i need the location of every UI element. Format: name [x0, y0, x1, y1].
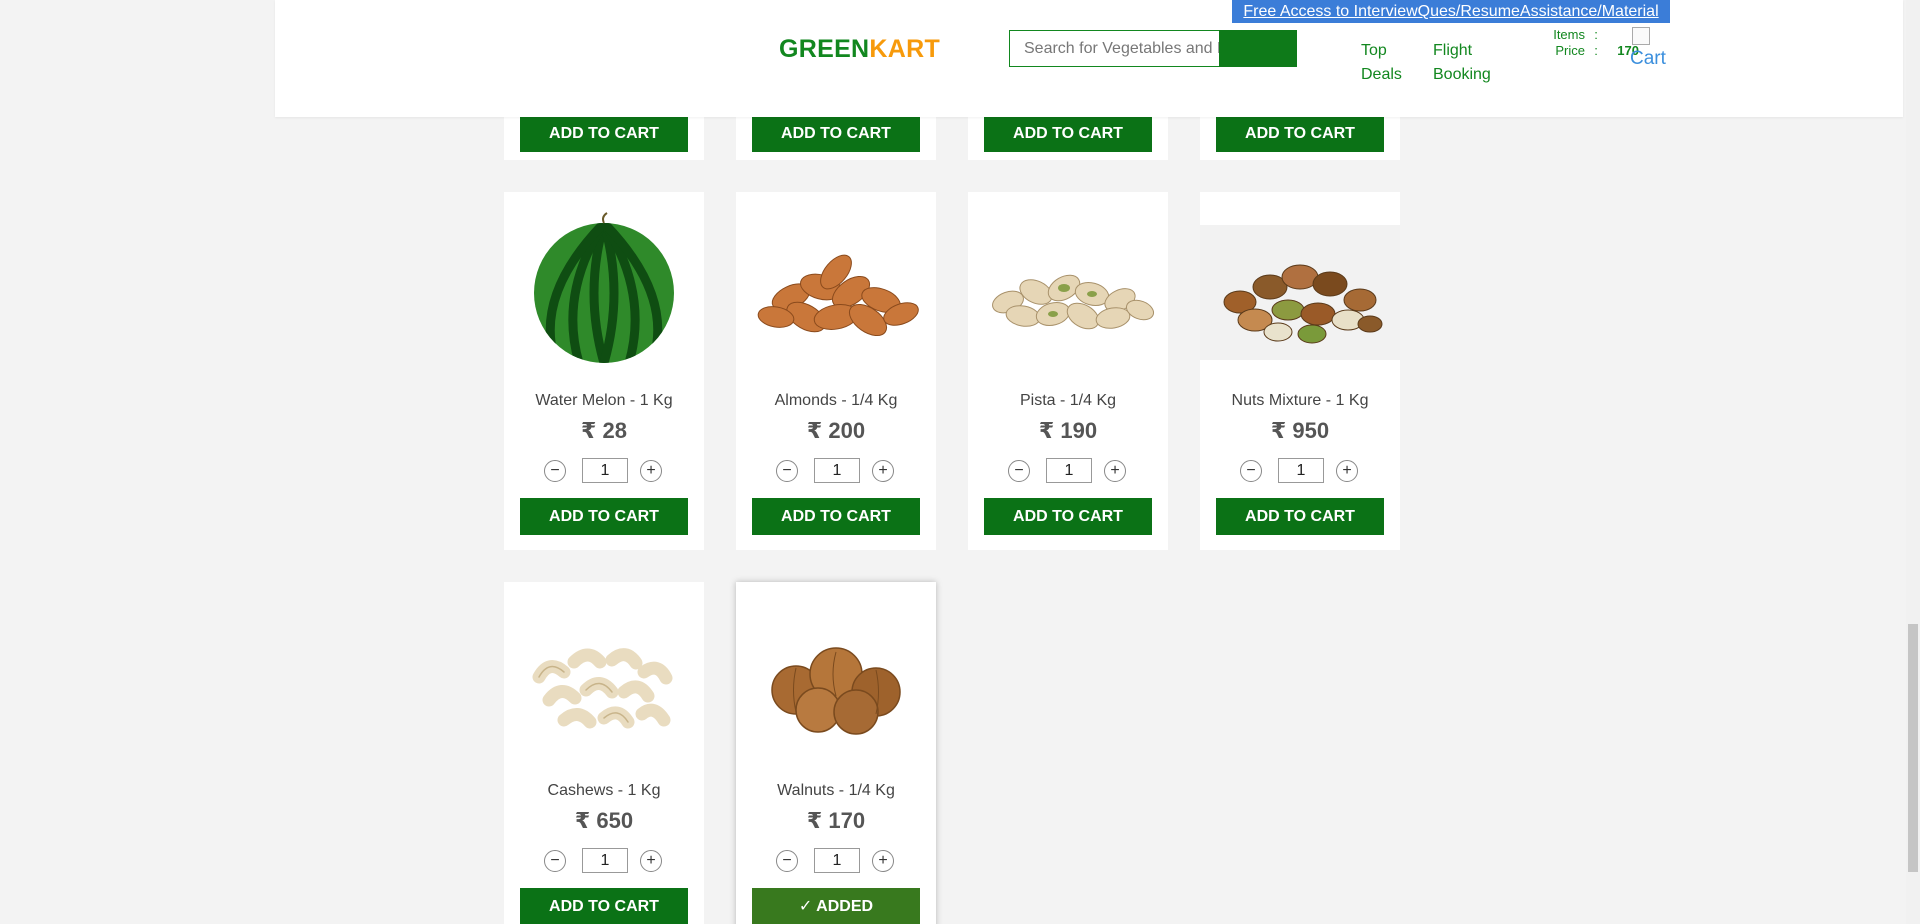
add-to-cart-button[interactable]: ADD TO CART	[984, 115, 1152, 152]
site-logo[interactable]: GREENKART	[779, 35, 940, 64]
product-name: Pista - 1/4 Kg	[1019, 392, 1117, 409]
price-label: Price	[1555, 43, 1585, 58]
product-name: Almonds - 1/4 Kg	[774, 392, 898, 409]
decrement-button[interactable]: −	[544, 850, 566, 872]
quantity-input[interactable]: 1	[814, 458, 860, 483]
product-card: Nuts Mixture - 1 Kg ₹ 950 − 1 + ADD TO C…	[1200, 192, 1400, 550]
cart-link-text: Cart	[1630, 48, 1666, 69]
increment-button[interactable]: +	[1336, 460, 1358, 482]
product-card: Walnuts - 1/4 Kg ₹ 170 − 1 + ✓ ADDED	[736, 582, 936, 924]
quantity-stepper: − 1 +	[776, 848, 896, 874]
add-to-cart-button[interactable]: ADD TO CART	[1216, 498, 1384, 535]
product-card: Water Melon - 1 Kg ₹ 28 − 1 + ADD TO CAR…	[504, 192, 704, 550]
product-card: Cashews - 1 Kg ₹ 650 − 1 + ADD TO CART	[504, 582, 704, 924]
product-name: Nuts Mixture - 1 Kg	[1231, 392, 1369, 409]
quantity-input[interactable]: 1	[814, 848, 860, 873]
decrement-button[interactable]: −	[544, 460, 566, 482]
product-price: ₹ 28	[581, 418, 627, 443]
almonds-image	[757, 254, 919, 337]
walnuts-image	[771, 647, 901, 735]
increment-button[interactable]: +	[872, 850, 894, 872]
logo-green-text: GREEN	[779, 35, 870, 63]
nav-top-deals-line1: Top	[1361, 42, 1387, 59]
added-to-cart-button[interactable]: ✓ ADDED	[752, 888, 920, 924]
items-label: Items	[1553, 27, 1585, 42]
decrement-button[interactable]: −	[776, 460, 798, 482]
cart-summary: Items:1 Price:170	[1535, 27, 1639, 59]
quantity-stepper: − 1 +	[776, 458, 896, 484]
promo-link[interactable]: Free Access to InterviewQues/ResumeAssis…	[1232, 0, 1670, 23]
add-to-cart-button[interactable]: ADD TO CART	[520, 115, 688, 152]
quantity-input[interactable]: 1	[1278, 458, 1324, 483]
watermelon-image	[534, 212, 674, 363]
pista-image	[992, 274, 1155, 330]
product-price: ₹ 950	[1270, 418, 1330, 443]
cashews-image	[532, 648, 673, 729]
decrement-button[interactable]: −	[1008, 460, 1030, 482]
quantity-input[interactable]: 1	[582, 458, 628, 483]
product-name: Cashews - 1 Kg	[547, 782, 661, 799]
product-name: Water Melon - 1 Kg	[535, 392, 673, 409]
product-price: ₹ 170	[806, 808, 866, 833]
product-card: Pista - 1/4 Kg ₹ 190 − 1 + ADD TO CART	[968, 192, 1168, 550]
increment-button[interactable]: +	[640, 850, 662, 872]
nav-top-deals[interactable]: Top Deals	[1361, 39, 1402, 87]
increment-button[interactable]: +	[640, 460, 662, 482]
add-to-cart-button[interactable]: ADD TO CART	[520, 888, 688, 924]
add-to-cart-button[interactable]: ADD TO CART	[984, 498, 1152, 535]
quantity-input[interactable]: 1	[1046, 458, 1092, 483]
items-colon: :	[1594, 27, 1598, 42]
search-button[interactable]	[1219, 30, 1297, 67]
broken-image-icon	[1632, 27, 1650, 45]
nuts-mixture-image	[1200, 225, 1400, 360]
logo-orange-text: KART	[869, 35, 941, 63]
nav-flight-booking-line1: Flight	[1433, 42, 1473, 59]
increment-button[interactable]: +	[1104, 460, 1126, 482]
add-to-cart-button[interactable]: ADD TO CART	[520, 498, 688, 535]
search-input[interactable]: Search for Vegetables and Fruits	[1009, 30, 1219, 67]
product-price: ₹ 650	[574, 808, 634, 833]
add-to-cart-button[interactable]: ADD TO CART	[752, 115, 920, 152]
quantity-stepper: − 1 +	[544, 848, 664, 874]
quantity-stepper: − 1 +	[544, 458, 664, 484]
quantity-stepper: − 1 +	[1008, 458, 1128, 484]
product-name: Walnuts - 1/4 Kg	[777, 782, 895, 799]
quantity-stepper: − 1 +	[1240, 458, 1360, 484]
add-to-cart-button[interactable]: ADD TO CART	[1216, 115, 1384, 152]
product-price: ₹ 190	[1038, 418, 1098, 443]
product-price: ₹ 200	[806, 418, 866, 443]
quantity-input[interactable]: 1	[582, 848, 628, 873]
page-scrollbar-thumb[interactable]	[1908, 624, 1918, 872]
decrement-button[interactable]: −	[776, 850, 798, 872]
decrement-button[interactable]: −	[1240, 460, 1262, 482]
price-colon: :	[1594, 43, 1598, 58]
nav-flight-booking-line2: Booking	[1433, 66, 1491, 83]
add-to-cart-button[interactable]: ADD TO CART	[752, 498, 920, 535]
product-card: Almonds - 1/4 Kg ₹ 200 − 1 + ADD TO CART	[736, 192, 936, 550]
increment-button[interactable]: +	[872, 460, 894, 482]
nav-top-deals-line2: Deals	[1361, 66, 1402, 83]
nav-flight-booking[interactable]: Flight Booking	[1433, 39, 1491, 87]
